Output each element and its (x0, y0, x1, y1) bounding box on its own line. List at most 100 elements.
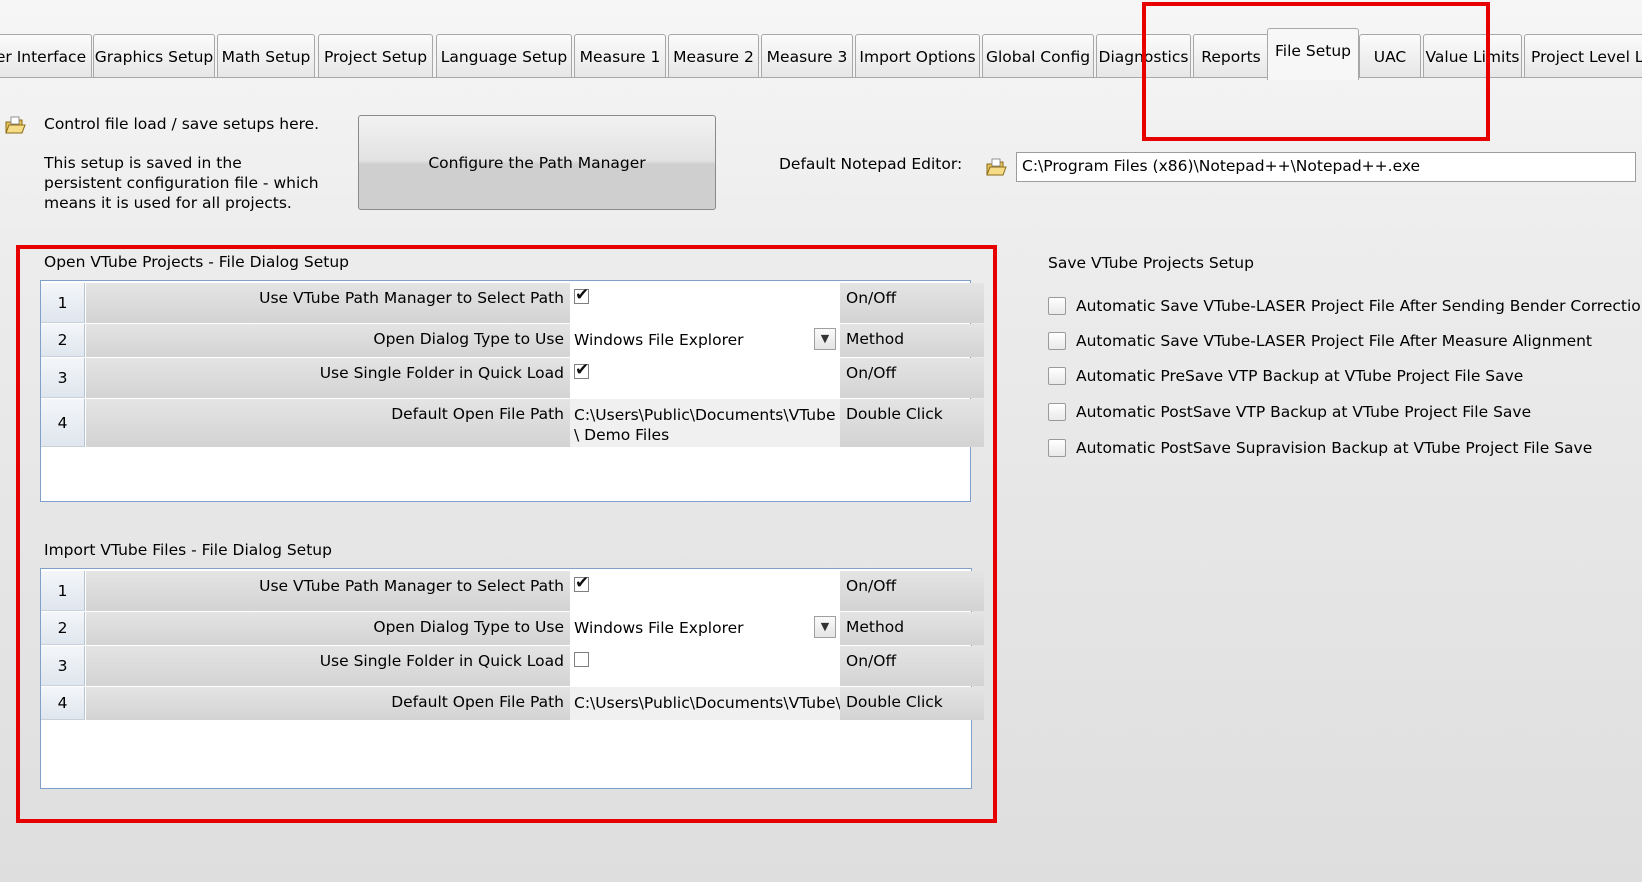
row-number: 2 (41, 612, 85, 645)
tab-graphics-setup[interactable]: Graphics Setup (93, 34, 215, 78)
open-section-title: Open VTube Projects - File Dialog Setup (44, 253, 349, 271)
save-option-label: Automatic PostSave Supravision Backup at… (1076, 439, 1593, 457)
checkbox-unchecked[interactable] (1048, 403, 1066, 421)
save-option-item[interactable]: Automatic Save VTube-LASER Project File … (1048, 295, 1642, 317)
tab-file-setup[interactable]: File Setup (1267, 28, 1359, 80)
tab-user-interface[interactable]: er Interface (0, 34, 92, 78)
tab-label: Project Level Lis (1531, 47, 1642, 66)
path-manager-checkbox-cell[interactable] (570, 283, 840, 323)
row-label: Use Single Folder in Quick Load (86, 646, 570, 686)
tab-measure-2[interactable]: Measure 2 (668, 34, 759, 78)
info-line-2: This setup is saved in the persistent co… (44, 154, 319, 212)
folder-open-icon[interactable] (985, 158, 1007, 178)
row-label: Default Open File Path (86, 399, 570, 447)
tab-label: Measure 1 (579, 47, 661, 66)
single-folder-checkbox-cell[interactable] (570, 358, 840, 398)
row-label: Open Dialog Type to Use (86, 612, 570, 645)
row-hint: Double Click (840, 399, 984, 447)
grid-row: 1 Use VTube Path Manager to Select Path … (41, 571, 984, 611)
row-number: 3 (41, 646, 85, 686)
tab-import-options[interactable]: Import Options (855, 34, 980, 78)
default-open-path-field[interactable]: C:\Users\Public\Documents\VTube\ (570, 687, 841, 720)
grid-row: 4 Default Open File Path C:\Users\Public… (41, 399, 984, 447)
single-folder-checkbox-cell[interactable] (570, 646, 840, 686)
notepad-editor-input[interactable]: C:\Program Files (x86)\Notepad++\Notepad… (1016, 152, 1636, 182)
tab-label: Import Options (859, 47, 976, 66)
tab-label: Measure 3 (766, 47, 848, 66)
dialog-type-dropdown[interactable]: Windows File Explorer ▼ (570, 612, 840, 645)
save-option-item[interactable]: Automatic PreSave VTP Backup at VTube Pr… (1048, 365, 1523, 387)
row-number: 3 (41, 358, 85, 398)
button-label: Configure the Path Manager (428, 153, 646, 172)
row-hint: Double Click (840, 687, 984, 720)
grid-row: 1 Use VTube Path Manager to Select Path … (41, 283, 984, 323)
tab-global-config[interactable]: Global Config (982, 34, 1094, 78)
dropdown-value: Windows File Explorer (574, 619, 744, 637)
import-settings-grid: 1 Use VTube Path Manager to Select Path … (40, 568, 984, 789)
row-label: Use VTube Path Manager to Select Path (86, 571, 570, 611)
chevron-down-icon[interactable]: ▼ (814, 328, 836, 350)
row-hint: Method (840, 612, 984, 645)
checkbox-unchecked[interactable] (574, 652, 589, 667)
row-label: Use Single Folder in Quick Load (86, 358, 570, 398)
row-hint: On/Off (840, 646, 984, 686)
open-settings-grid: 1 Use VTube Path Manager to Select Path … (40, 280, 984, 502)
dropdown-value: Windows File Explorer (574, 331, 744, 349)
row-label: Default Open File Path (86, 687, 570, 720)
row-number: 4 (41, 399, 85, 447)
checkbox-unchecked[interactable] (1048, 439, 1066, 457)
tab-measure-1[interactable]: Measure 1 (574, 34, 666, 78)
grid-row: 3 Use Single Folder in Quick Load On/Off (41, 358, 984, 398)
save-option-label: Automatic PostSave VTP Backup at VTube P… (1076, 403, 1532, 421)
save-option-label: Automatic PreSave VTP Backup at VTube Pr… (1076, 367, 1524, 385)
tab-label: Global Config (985, 47, 1091, 66)
save-option-label: Automatic Save VTube-LASER Project File … (1076, 332, 1593, 350)
tab-label: Measure 2 (673, 47, 754, 66)
row-number: 1 (41, 571, 85, 611)
checkbox-unchecked[interactable] (1048, 332, 1066, 350)
row-label: Open Dialog Type to Use (86, 324, 570, 357)
row-hint: On/Off (840, 571, 984, 611)
row-hint: On/Off (840, 283, 984, 323)
tab-project-setup[interactable]: Project Setup (318, 34, 433, 78)
row-number: 2 (41, 324, 85, 357)
grid-row: 4 Default Open File Path C:\Users\Public… (41, 687, 984, 720)
tab-label: er Interface (0, 47, 87, 66)
grid-row: 3 Use Single Folder in Quick Load On/Off (41, 646, 984, 686)
tab-label: Language Setup (440, 47, 568, 66)
tab-math-setup[interactable]: Math Setup (217, 34, 315, 78)
row-number: 4 (41, 687, 85, 720)
checkbox-unchecked[interactable] (1048, 297, 1066, 315)
chevron-down-icon[interactable]: ▼ (814, 616, 836, 638)
tab-label: File Setup (1275, 42, 1351, 60)
tab-measure-3[interactable]: Measure 3 (761, 34, 853, 78)
row-hint: On/Off (840, 358, 984, 398)
tab-project-level-lists[interactable]: Project Level Lis (1524, 34, 1642, 78)
checkbox-checked[interactable] (574, 573, 589, 593)
folder-open-icon (5, 116, 26, 134)
tab-label: Math Setup (221, 47, 311, 66)
grid-row: 2 Open Dialog Type to Use Windows File E… (41, 324, 984, 357)
row-label: Use VTube Path Manager to Select Path (86, 283, 570, 323)
dialog-type-dropdown[interactable]: Windows File Explorer ▼ (570, 324, 840, 357)
notepad-editor-label: Default Notepad Editor: (779, 155, 963, 173)
checkbox-unchecked[interactable] (1048, 367, 1066, 385)
tab-label: Graphics Setup (94, 47, 214, 66)
save-option-item[interactable]: Automatic PostSave VTP Backup at VTube P… (1048, 401, 1531, 423)
checkbox-checked[interactable] (574, 360, 589, 380)
save-section-title: Save VTube Projects Setup (1048, 254, 1254, 272)
path-manager-checkbox-cell[interactable] (570, 571, 840, 611)
checkbox-checked[interactable] (574, 285, 589, 305)
save-option-item[interactable]: Automatic Save VTube-LASER Project File … (1048, 330, 1592, 352)
import-section-title: Import VTube Files - File Dialog Setup (44, 541, 332, 559)
save-option-label: Automatic Save VTube-LASER Project File … (1076, 297, 1642, 315)
row-hint: Method (840, 324, 984, 357)
tab-label: Project Setup (323, 47, 428, 66)
configure-path-manager-button[interactable]: Configure the Path Manager (358, 115, 716, 210)
tab-language-setup[interactable]: Language Setup (436, 34, 572, 78)
row-number: 1 (41, 283, 85, 323)
default-open-path-field[interactable]: C:\Users\Public\Documents\VTube\ Demo Fi… (570, 399, 840, 447)
info-line-1: Control file load / save setups here. (44, 115, 320, 133)
grid-row: 2 Open Dialog Type to Use Windows File E… (41, 612, 984, 645)
save-option-item[interactable]: Automatic PostSave Supravision Backup at… (1048, 437, 1592, 459)
